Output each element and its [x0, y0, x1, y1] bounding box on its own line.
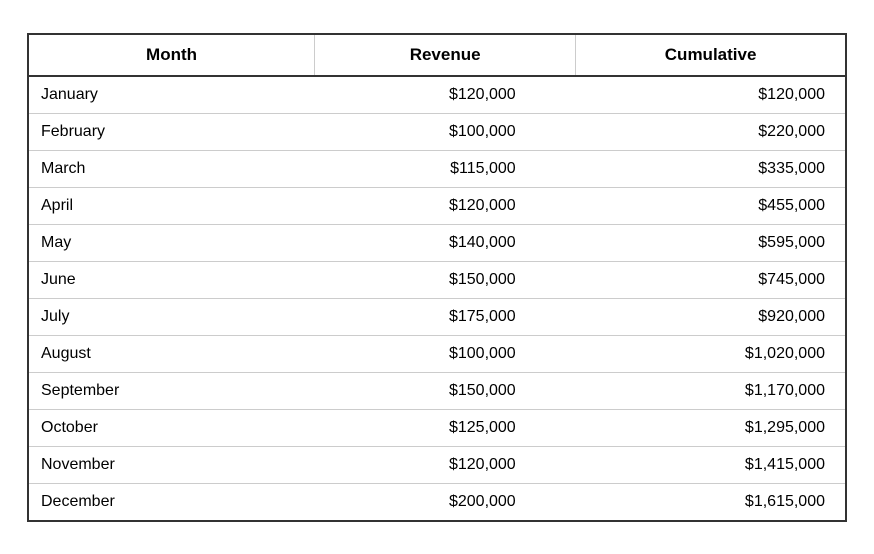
cell-month: April	[29, 187, 315, 224]
cell-cumulative: $920,000	[576, 298, 845, 335]
column-header-revenue: Revenue	[315, 35, 576, 76]
cell-revenue: $100,000	[315, 335, 576, 372]
cell-month: January	[29, 76, 315, 114]
cell-cumulative: $1,170,000	[576, 372, 845, 409]
cell-revenue: $150,000	[315, 261, 576, 298]
cell-cumulative: $220,000	[576, 113, 845, 150]
cell-cumulative: $335,000	[576, 150, 845, 187]
table-row: December$200,000$1,615,000	[29, 483, 845, 520]
cell-month: October	[29, 409, 315, 446]
cell-month: May	[29, 224, 315, 261]
cell-cumulative: $745,000	[576, 261, 845, 298]
cell-month: December	[29, 483, 315, 520]
cell-revenue: $120,000	[315, 446, 576, 483]
table-row: September$150,000$1,170,000	[29, 372, 845, 409]
revenue-table-container: Month Revenue Cumulative January$120,000…	[27, 33, 847, 522]
cell-cumulative: $1,415,000	[576, 446, 845, 483]
cell-month: March	[29, 150, 315, 187]
cell-month: February	[29, 113, 315, 150]
table-row: July$175,000$920,000	[29, 298, 845, 335]
cell-revenue: $125,000	[315, 409, 576, 446]
cell-month: September	[29, 372, 315, 409]
cell-revenue: $120,000	[315, 76, 576, 114]
table-row: May$140,000$595,000	[29, 224, 845, 261]
table-row: March$115,000$335,000	[29, 150, 845, 187]
table-header-row: Month Revenue Cumulative	[29, 35, 845, 76]
cell-revenue: $120,000	[315, 187, 576, 224]
cell-cumulative: $1,615,000	[576, 483, 845, 520]
cell-revenue: $200,000	[315, 483, 576, 520]
table-row: June$150,000$745,000	[29, 261, 845, 298]
cell-cumulative: $120,000	[576, 76, 845, 114]
cell-revenue: $140,000	[315, 224, 576, 261]
cell-month: August	[29, 335, 315, 372]
revenue-table: Month Revenue Cumulative January$120,000…	[29, 35, 845, 520]
cell-month: November	[29, 446, 315, 483]
cell-revenue: $100,000	[315, 113, 576, 150]
table-row: February$100,000$220,000	[29, 113, 845, 150]
cell-revenue: $115,000	[315, 150, 576, 187]
cell-cumulative: $1,295,000	[576, 409, 845, 446]
cell-cumulative: $595,000	[576, 224, 845, 261]
cell-cumulative: $1,020,000	[576, 335, 845, 372]
column-header-cumulative: Cumulative	[576, 35, 845, 76]
column-header-month: Month	[29, 35, 315, 76]
table-row: January$120,000$120,000	[29, 76, 845, 114]
cell-cumulative: $455,000	[576, 187, 845, 224]
cell-month: July	[29, 298, 315, 335]
cell-revenue: $150,000	[315, 372, 576, 409]
cell-month: June	[29, 261, 315, 298]
table-row: April$120,000$455,000	[29, 187, 845, 224]
table-row: August$100,000$1,020,000	[29, 335, 845, 372]
table-row: October$125,000$1,295,000	[29, 409, 845, 446]
cell-revenue: $175,000	[315, 298, 576, 335]
table-row: November$120,000$1,415,000	[29, 446, 845, 483]
